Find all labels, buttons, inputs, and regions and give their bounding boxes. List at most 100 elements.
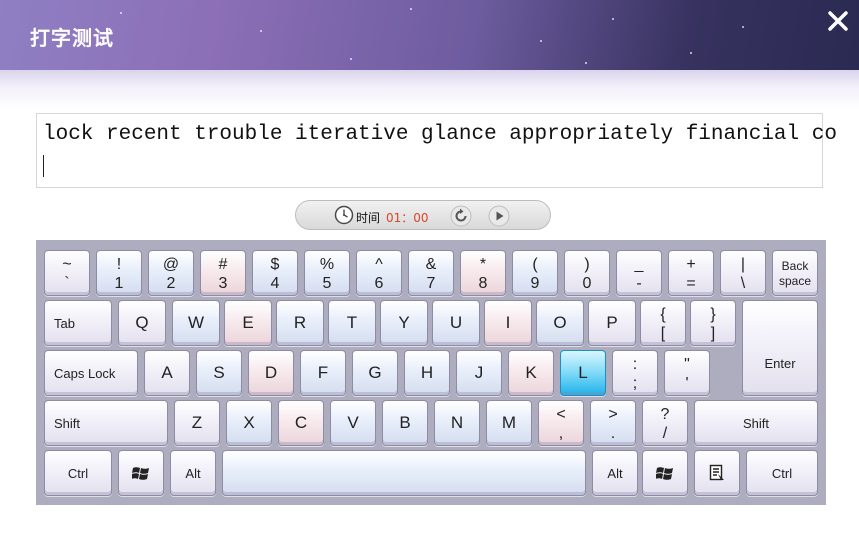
key-s[interactable]: S [196, 350, 242, 396]
key-semicolon[interactable]: :; [612, 350, 658, 396]
key-label: 9 [530, 275, 540, 292]
key-label: } [710, 306, 716, 323]
key-right-shift[interactable]: Shift [694, 400, 818, 446]
key-3[interactable]: #3 [200, 250, 246, 296]
key-8[interactable]: * 8 [460, 250, 506, 296]
key-label: / [662, 425, 668, 442]
key-left-shift[interactable]: Shift [44, 400, 168, 446]
key-menu[interactable] [694, 450, 740, 496]
key-left-ctrl[interactable]: Ctrl [44, 450, 112, 496]
key-label: 0 [582, 275, 592, 292]
key-label: K [525, 363, 537, 382]
reset-button[interactable] [450, 205, 472, 227]
key-r[interactable]: R [276, 300, 324, 346]
key-label: Caps Lock [54, 366, 116, 381]
key-label: ( [532, 256, 538, 273]
key-label: R [293, 313, 307, 332]
key-label: ; [632, 375, 638, 392]
text-cursor [43, 155, 44, 177]
key-f[interactable]: F [300, 350, 346, 396]
key-t[interactable]: T [328, 300, 376, 346]
key-right-brace[interactable]: }] [690, 300, 736, 346]
key-u[interactable]: U [432, 300, 480, 346]
key-label: Alt [607, 466, 623, 481]
key-tilde[interactable]: ~ ` [44, 250, 90, 296]
key-7[interactable]: & 7 [408, 250, 454, 296]
key-v[interactable]: V [330, 400, 376, 446]
key-backslash[interactable]: | \ [720, 250, 766, 296]
key-q[interactable]: Q [118, 300, 166, 346]
key-6[interactable]: ^ 6 [356, 250, 402, 296]
key-b[interactable]: B [382, 400, 428, 446]
clock-icon [334, 205, 354, 225]
key-o[interactable]: O [536, 300, 584, 346]
key-e[interactable]: E [224, 300, 272, 346]
virtual-keyboard: ~ ` ! 1 @2 #3 $4 % 5 ^ 6 & 7 * 8 (9 ) 0 _ - + = |… [36, 240, 826, 505]
key-comma[interactable]: <, [538, 400, 584, 446]
key-label: Z [191, 413, 203, 432]
key-label: ~ [62, 256, 72, 273]
key-equals[interactable]: + = [668, 250, 714, 296]
key-label: W [187, 313, 205, 332]
key-slash[interactable]: ? / [642, 400, 688, 446]
key-h[interactable]: H [404, 350, 450, 396]
key-left-alt[interactable]: Alt [170, 450, 216, 496]
key-quote[interactable]: " ' [664, 350, 710, 396]
windows-logo-icon [132, 467, 149, 480]
key-label: Enter [764, 356, 796, 371]
key-l[interactable]: L [560, 350, 606, 396]
key-right-ctrl[interactable]: Ctrl [746, 450, 818, 496]
key-w[interactable]: W [172, 300, 220, 346]
key-5[interactable]: % 5 [304, 250, 350, 296]
target-text: lock recent trouble iterative glance app… [43, 123, 837, 146]
key-tab[interactable]: Tab [44, 300, 112, 346]
key-right-alt[interactable]: Alt [592, 450, 638, 496]
key-label: ' [685, 375, 689, 392]
key-label: V [347, 413, 359, 432]
key-label-line: space [778, 274, 812, 288]
key-label: ? [660, 406, 670, 423]
key-m[interactable]: M [486, 400, 532, 446]
key-y[interactable]: Y [380, 300, 428, 346]
key-period[interactable]: >. [590, 400, 636, 446]
key-label: > [608, 406, 618, 423]
play-button[interactable] [488, 205, 510, 227]
key-c[interactable]: C [278, 400, 324, 446]
key-label: H [420, 363, 434, 382]
key-p[interactable]: P [588, 300, 636, 346]
key-label: Alt [185, 466, 201, 481]
key-label: | [740, 256, 746, 273]
close-button[interactable] [825, 8, 851, 34]
key-left-brace[interactable]: {[ [640, 300, 686, 346]
key-g[interactable]: G [352, 350, 398, 396]
key-right-windows[interactable] [642, 450, 688, 496]
key-z[interactable]: Z [174, 400, 220, 446]
key-space[interactable] [222, 450, 586, 496]
key-caps-lock[interactable]: Caps Lock [44, 350, 138, 396]
key-d[interactable]: D [248, 350, 294, 396]
key-label: $ [270, 256, 280, 273]
key-9[interactable]: (9 [512, 250, 558, 296]
key-label: _ [634, 256, 644, 273]
typing-area[interactable]: lock recent trouble iterative glance app… [36, 113, 837, 188]
key-left-windows[interactable] [118, 450, 164, 496]
key-backspace[interactable]: Back space [772, 250, 818, 296]
key-4[interactable]: $4 [252, 250, 298, 296]
key-label: A [161, 363, 173, 382]
key-1[interactable]: ! 1 [96, 250, 142, 296]
key-label: C [294, 413, 308, 432]
key-k[interactable]: K [508, 350, 554, 396]
key-minus[interactable]: _ - [616, 250, 662, 296]
key-label: % [319, 256, 335, 273]
key-x[interactable]: X [226, 400, 272, 446]
key-0[interactable]: ) 0 [564, 250, 610, 296]
key-2[interactable]: @2 [148, 250, 194, 296]
key-label: @ [162, 256, 180, 273]
key-i[interactable]: I [484, 300, 532, 346]
key-j[interactable]: J [456, 350, 502, 396]
key-a[interactable]: A [144, 350, 190, 396]
key-n[interactable]: N [434, 400, 480, 446]
timer-label: 时间 [356, 211, 381, 225]
key-enter[interactable]: Enter [742, 300, 818, 396]
key-label: Shift [54, 416, 81, 431]
